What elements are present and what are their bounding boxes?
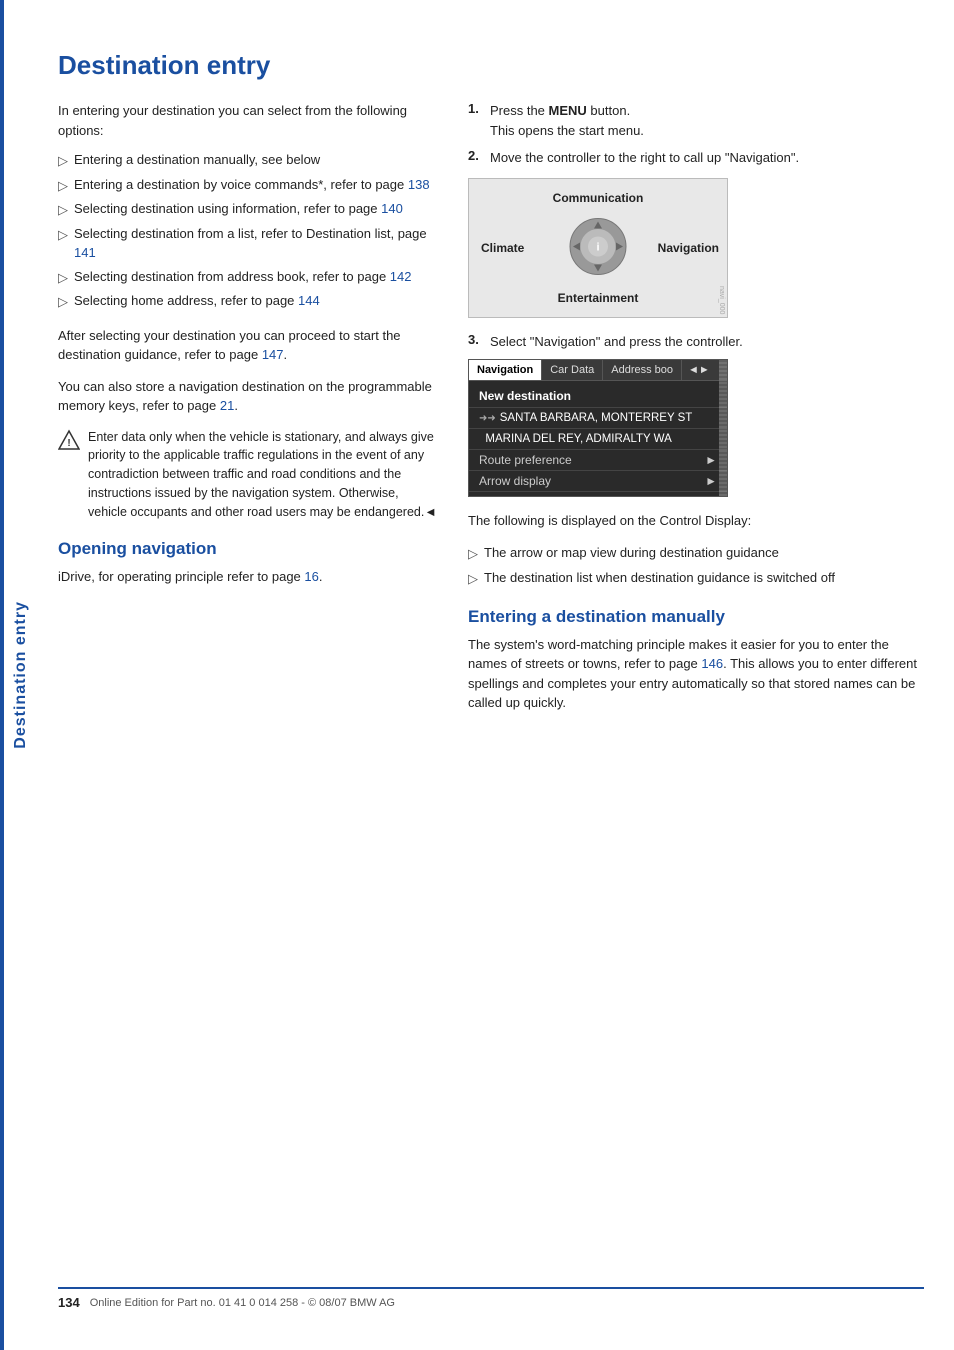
controller-svg: i <box>568 216 628 276</box>
nav-tab-cardata: Car Data <box>542 360 603 380</box>
opening-nav-text: iDrive, for operating principle refer to… <box>58 567 438 587</box>
step-3: 3. Select "Navigation" and press the con… <box>468 332 924 352</box>
nav-menu-recent-2: MARINA DEL REY, ADMIRALTY WA <box>469 429 727 450</box>
step-1-text: Press the MENU button.This opens the sta… <box>490 101 924 140</box>
nav-menu-screenshot: Navigation Car Data Address boo ◄► New d… <box>468 359 728 497</box>
route-pref-arrow: ► <box>705 453 717 467</box>
options-list: ▷ Entering a destination manually, see b… <box>58 150 438 312</box>
list-item: ▷ Selecting destination using informatio… <box>58 199 438 220</box>
bullet-arrow-icon: ▷ <box>58 176 68 196</box>
list-item: ▷ Selecting destination from a list, ref… <box>58 224 438 263</box>
bullet-arrow-icon: ▷ <box>58 151 68 171</box>
section-opening-title: Opening navigation <box>58 539 438 559</box>
list-item-text: Entering a destination by voice commands… <box>74 175 430 195</box>
menu-bold: MENU <box>549 103 587 118</box>
list-item: ▷ Selecting home address, refer to page … <box>58 291 438 312</box>
store-nav-paragraph: You can also store a navigation destinat… <box>58 377 438 416</box>
list-item: ▷ Selecting destination from address boo… <box>58 267 438 288</box>
recent-icon: ➜➜ <box>479 413 496 424</box>
arrow-display-arrow: ► <box>705 474 717 488</box>
list-item-text: Entering a destination manually, see bel… <box>74 150 320 170</box>
route-pref-label: Route preference <box>479 453 572 467</box>
page-link-21[interactable]: 21 <box>220 398 234 413</box>
page-link[interactable]: 141 <box>74 245 96 260</box>
control-bullet-1: ▷ The arrow or map view during destinati… <box>468 543 924 564</box>
entering-dest-text: The system's word-matching principle mak… <box>468 635 924 713</box>
list-item-text: Selecting destination from a list, refer… <box>74 224 438 263</box>
page-link[interactable]: 142 <box>390 269 412 284</box>
list-item: ▷ Entering a destination by voice comman… <box>58 175 438 196</box>
nav-menu-arrow-display: Arrow display ► <box>469 471 727 492</box>
arrow-display-label: Arrow display <box>479 474 551 488</box>
warning-icon: ! <box>58 429 80 451</box>
page-link-147[interactable]: 147 <box>262 347 284 362</box>
step-1-number: 1. <box>468 101 482 116</box>
step-2-number: 2. <box>468 148 482 163</box>
nav-menu-new-destination: New destination <box>469 385 727 408</box>
page-title: Destination entry <box>58 50 924 81</box>
bullet-arrow-icon: ▷ <box>468 544 478 564</box>
two-col-layout: In entering your destination you can sel… <box>58 101 924 1267</box>
bullet-arrow-icon: ▷ <box>58 292 68 312</box>
nav-label-communication: Communication <box>553 191 644 205</box>
step-3-number: 3. <box>468 332 482 347</box>
page-link[interactable]: 144 <box>298 293 320 308</box>
nav-menu-body: New destination ➜➜SANTA BARBARA, MONTERR… <box>469 381 727 496</box>
nav-label-entertainment: Entertainment <box>558 291 639 305</box>
right-column: 1. Press the MENU button.This opens the … <box>468 101 924 1267</box>
control-display-bullets: ▷ The arrow or map view during destinati… <box>468 543 924 589</box>
control-display-text: The following is displayed on the Contro… <box>468 511 924 531</box>
left-column: In entering your destination you can sel… <box>58 101 438 1267</box>
nav-tab-addressbook: Address boo <box>603 360 682 380</box>
page-link[interactable]: 140 <box>381 201 403 216</box>
list-item-text: Selecting home address, refer to page 14… <box>74 291 320 311</box>
nav-controller: i <box>568 216 628 279</box>
nav-menu-recent-1: ➜➜SANTA BARBARA, MONTERREY ST <box>469 408 727 429</box>
nav-tab-navigation: Navigation <box>469 360 542 380</box>
sidebar-tab-label: Destination entry <box>12 601 30 749</box>
sidebar-tab: Destination entry <box>0 0 38 1350</box>
step-1: 1. Press the MENU button.This opens the … <box>468 101 924 140</box>
nav-diagram-watermark: navi_000 <box>718 286 725 314</box>
list-item-text: Selecting destination using information,… <box>74 199 403 219</box>
nav-label-climate: Climate <box>481 241 524 255</box>
nav-menu-tabs: Navigation Car Data Address boo ◄► <box>469 360 727 381</box>
step-2-text: Move the controller to the right to call… <box>490 148 924 168</box>
bullet-arrow-icon: ▷ <box>468 569 478 589</box>
page-number: 134 <box>58 1295 80 1310</box>
control-bullet-1-text: The arrow or map view during destination… <box>484 543 779 563</box>
bullet-arrow-icon: ▷ <box>58 225 68 245</box>
section-entering-title: Entering a destination manually <box>468 607 924 627</box>
after-select-paragraph: After selecting your destination you can… <box>58 326 438 365</box>
scrollbar <box>719 360 727 496</box>
main-content: Destination entry In entering your desti… <box>38 0 954 1350</box>
bullet-arrow-icon: ▷ <box>58 268 68 288</box>
page-link[interactable]: 138 <box>408 177 430 192</box>
step-2: 2. Move the controller to the right to c… <box>468 148 924 168</box>
svg-text:i: i <box>596 241 599 253</box>
page-link-146[interactable]: 146 <box>701 656 723 671</box>
nav-label-navigation: Navigation <box>658 241 719 255</box>
control-bullet-2-text: The destination list when destination gu… <box>484 568 835 588</box>
control-bullet-2: ▷ The destination list when destination … <box>468 568 924 589</box>
nav-menu-route-pref: Route preference ► <box>469 450 727 471</box>
page-container: Destination entry Destination entry In e… <box>0 0 954 1350</box>
warning-text: Enter data only when the vehicle is stat… <box>88 428 438 522</box>
step-3-text: Select "Navigation" and press the contro… <box>490 332 924 352</box>
nav-diagram: Communication Climate Navigation Enterta… <box>468 178 728 318</box>
bullet-arrow-icon: ▷ <box>58 200 68 220</box>
list-item: ▷ Entering a destination manually, see b… <box>58 150 438 171</box>
page-link-16[interactable]: 16 <box>304 569 318 584</box>
warning-box: ! Enter data only when the vehicle is st… <box>58 428 438 522</box>
svg-text:!: ! <box>67 438 70 449</box>
intro-paragraph: In entering your destination you can sel… <box>58 101 438 140</box>
page-footer: 134 Online Edition for Part no. 01 41 0 … <box>58 1287 924 1310</box>
footer-text: Online Edition for Part no. 01 41 0 014 … <box>90 1297 395 1309</box>
nav-tab-more: ◄► <box>682 360 716 380</box>
list-item-text: Selecting destination from address book,… <box>74 267 412 287</box>
